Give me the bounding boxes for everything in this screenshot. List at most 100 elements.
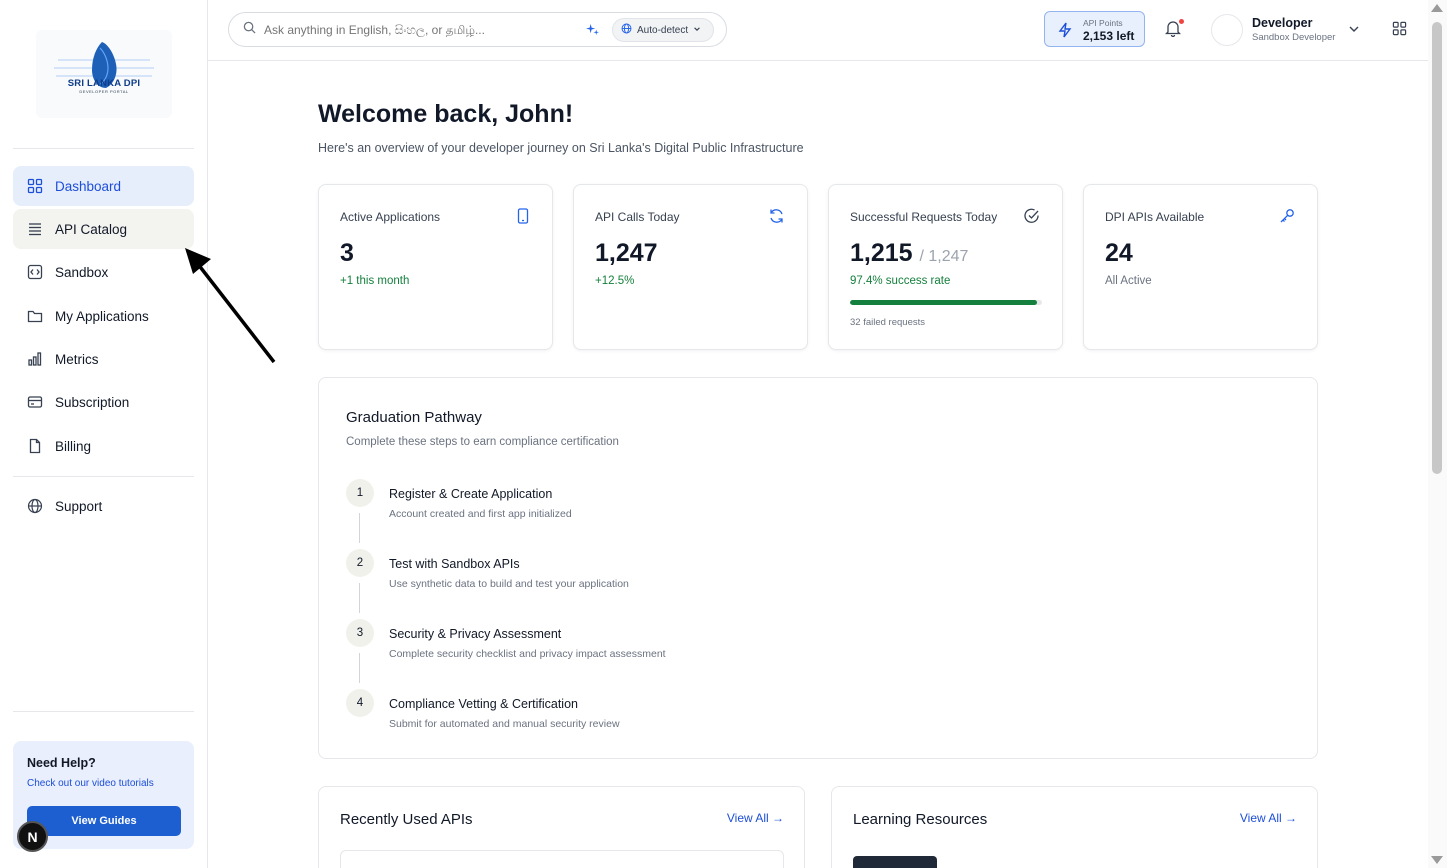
view-guides-button[interactable]: View Guides xyxy=(27,806,181,836)
step-description: Submit for automated and manual security… xyxy=(389,718,620,730)
sidebar-item-label: Metrics xyxy=(55,351,99,367)
sidebar-divider xyxy=(13,711,194,712)
bar-chart-icon xyxy=(27,351,43,367)
chevron-down-icon[interactable] xyxy=(1348,22,1360,40)
sidebar-divider xyxy=(13,148,194,149)
sidebar-item-dashboard[interactable]: Dashboard xyxy=(13,166,194,206)
logo-tagline: DEVELOPER PORTAL xyxy=(79,89,129,94)
step-number: 2 xyxy=(346,549,374,577)
sidebar-item-my-applications[interactable]: My Applications xyxy=(13,296,194,336)
step-description: Use synthetic data to build and test you… xyxy=(389,578,629,590)
globe-icon xyxy=(27,498,43,514)
pathway-step[interactable]: 4 Compliance Vetting & Certification Sub… xyxy=(346,689,1046,749)
folder-icon xyxy=(27,308,43,324)
grid-icon xyxy=(27,178,43,194)
help-title: Need Help? xyxy=(27,756,96,770)
language-selector[interactable]: Auto-detect xyxy=(612,18,714,42)
pathway-subtitle: Complete these steps to earn compliance … xyxy=(346,436,619,448)
brand-logo[interactable]: SRI LANKA DPI DEVELOPER PORTAL xyxy=(36,30,172,118)
avatar[interactable] xyxy=(1211,14,1243,46)
pathway-step[interactable]: 3 Security & Privacy Assessment Complete… xyxy=(346,619,1046,683)
sidebar-item-label: Sandbox xyxy=(55,264,109,280)
bell-icon[interactable] xyxy=(1164,20,1182,42)
refresh-icon xyxy=(768,208,785,229)
annotation-arrow-icon xyxy=(185,248,276,364)
api-list-item[interactable] xyxy=(340,850,784,868)
help-subtitle: Check out our video tutorials xyxy=(27,778,154,789)
top-header: Auto-detect API Points 2,153 left Develo… xyxy=(208,0,1428,61)
pathway-step[interactable]: 2 Test with Sandbox APIs Use synthetic d… xyxy=(346,549,1046,613)
step-connector xyxy=(359,583,360,613)
scroll-up-arrow-icon[interactable] xyxy=(1431,4,1443,12)
sidebar-item-label: My Applications xyxy=(55,308,149,324)
sidebar-item-api-catalog[interactable]: API Catalog xyxy=(13,209,194,249)
key-icon xyxy=(1279,208,1295,229)
logo-wordmark: SRI LANKA DPI xyxy=(67,78,141,89)
chevron-down-icon xyxy=(693,25,701,36)
stat-title: Active Applications xyxy=(340,210,441,224)
apps-grid-icon[interactable] xyxy=(1392,21,1407,41)
step-number: 4 xyxy=(346,689,374,717)
sidebar: SRI LANKA DPI DEVELOPER PORTAL Dashboard… xyxy=(0,0,208,868)
scrollbar-thumb[interactable] xyxy=(1432,22,1442,474)
stat-card-active-applications[interactable]: Active Applications 3 +1 this month xyxy=(318,184,553,350)
list-icon xyxy=(27,221,43,237)
stat-card-dpi-apis[interactable]: DPI APIs Available 24 All Active xyxy=(1083,184,1318,350)
next-dev-badge[interactable]: N xyxy=(17,821,48,852)
success-progress-bar xyxy=(850,300,1042,305)
stat-change: 97.4% success rate xyxy=(850,275,951,287)
app-root: SRI LANKA DPI DEVELOPER PORTAL Dashboard… xyxy=(0,0,1447,868)
view-all-link[interactable]: View All → xyxy=(727,811,784,825)
search-icon xyxy=(243,21,256,39)
view-all-link[interactable]: View All → xyxy=(1240,811,1297,825)
step-title: Register & Create Application xyxy=(389,487,553,501)
sri-lanka-map-logo-icon xyxy=(54,42,154,88)
sidebar-item-sandbox[interactable]: Sandbox xyxy=(13,252,194,292)
sidebar-item-metrics[interactable]: Metrics xyxy=(13,339,194,379)
page-title: Welcome back, John! xyxy=(318,100,574,128)
sidebar-item-support[interactable]: Support xyxy=(13,486,194,526)
ai-sparkle-icon[interactable] xyxy=(586,23,599,41)
stat-card-api-calls[interactable]: API Calls Today 1,247 +12.5% xyxy=(573,184,808,350)
sidebar-item-label: Dashboard xyxy=(55,178,122,194)
stat-value-total: / 1,247 xyxy=(919,248,969,265)
file-icon xyxy=(27,438,43,454)
step-number: 1 xyxy=(346,479,374,507)
lightning-icon xyxy=(1058,22,1072,43)
stat-value: 1,215 / 1,247 xyxy=(850,239,968,268)
user-role: Sandbox Developer xyxy=(1252,32,1336,43)
notification-dot xyxy=(1179,19,1184,24)
step-connector xyxy=(359,513,360,543)
learning-resources-card: Learning Resources View All → xyxy=(831,786,1318,868)
step-title: Compliance Vetting & Certification xyxy=(389,697,578,711)
api-points-value: 2,153 left xyxy=(1083,29,1135,43)
sidebar-item-billing[interactable]: Billing xyxy=(13,426,194,466)
step-connector xyxy=(359,653,360,683)
stat-title: Successful Requests Today xyxy=(850,210,998,224)
pathway-title: Graduation Pathway xyxy=(346,409,482,426)
recently-used-apis-card: Recently Used APIs View All → xyxy=(318,786,805,868)
step-description: Account created and first app initialize… xyxy=(389,508,572,520)
check-circle-icon xyxy=(1024,208,1040,229)
api-points-widget[interactable]: API Points 2,153 left xyxy=(1044,11,1145,47)
stat-card-successful-requests[interactable]: Successful Requests Today 1,215 / 1,247 … xyxy=(828,184,1063,350)
step-title: Test with Sandbox APIs xyxy=(389,557,520,571)
globe-icon xyxy=(621,23,632,37)
stat-title: API Calls Today xyxy=(595,210,680,224)
sidebar-divider xyxy=(13,476,194,477)
sidebar-item-label: API Catalog xyxy=(55,221,128,237)
search-input[interactable] xyxy=(264,22,574,37)
stat-value: 3 xyxy=(340,239,354,267)
stat-value-number: 1,215 xyxy=(850,239,913,267)
stat-title: DPI APIs Available xyxy=(1105,210,1205,224)
step-title: Security & Privacy Assessment xyxy=(389,627,562,641)
sidebar-item-subscription[interactable]: Subscription xyxy=(13,382,194,422)
user-name[interactable]: Developer xyxy=(1252,16,1312,30)
api-points-label: API Points xyxy=(1083,18,1123,28)
pathway-step[interactable]: 1 Register & Create Application Account … xyxy=(346,479,1046,543)
stat-change: +1 this month xyxy=(340,275,410,287)
code-box-icon xyxy=(27,264,43,280)
search-bar[interactable]: Auto-detect xyxy=(228,12,727,47)
scroll-down-arrow-icon[interactable] xyxy=(1431,856,1443,864)
resource-thumbnail[interactable] xyxy=(853,856,937,868)
